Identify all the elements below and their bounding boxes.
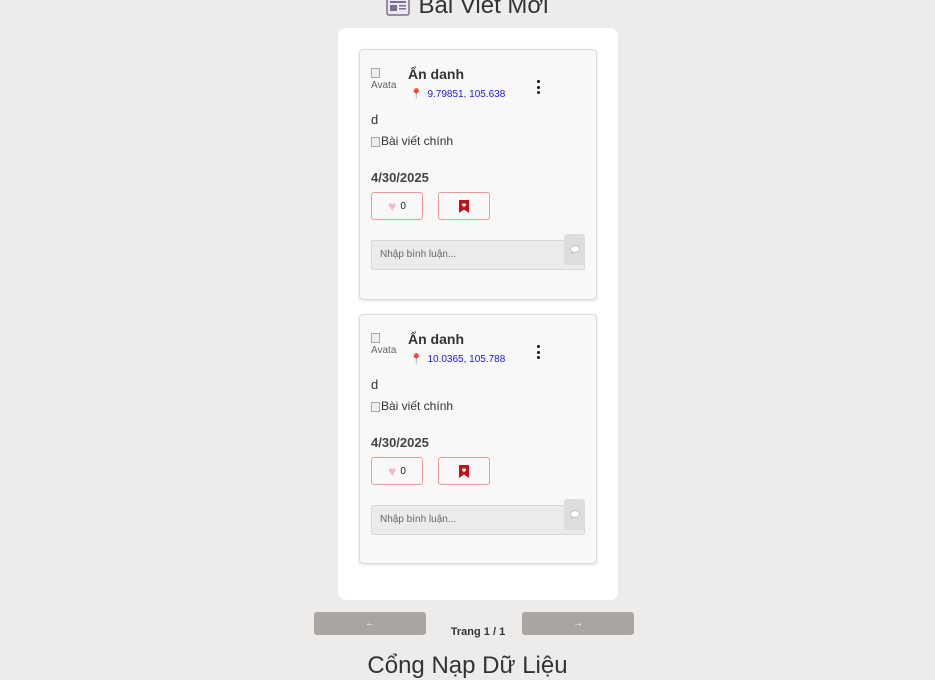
section-header: Bài Viết Mới [0,0,935,20]
avatar-alt-text: Avata [371,345,397,356]
heart-icon: ♥ [388,463,397,479]
posts-panel: Avata Ẩn danh 📍 9.79851, 105.638 d Bài v… [338,28,618,600]
bookmark-icon [459,464,469,478]
post-date: 4/30/2025 [371,170,429,185]
post-location[interactable]: 📍 10.0365, 105.788 [410,354,505,365]
heart-icon: ♥ [388,198,397,214]
more-vertical-icon [536,345,540,348]
more-vertical-icon [536,80,540,83]
send-comment-button[interactable] [564,234,585,265]
send-comment-button[interactable] [564,499,585,530]
avatar: Avata [371,333,399,361]
page-indicator: Trang 1 / 1 [450,626,506,638]
avatar: Avata [371,68,399,96]
image-alt-text: Bài viết chính [381,134,454,148]
save-button[interactable] [438,192,490,220]
image-alt-text: Bài viết chính [381,399,454,413]
more-options-button[interactable] [532,345,544,359]
location-pin-icon: 📍 [410,354,423,365]
bookmark-icon [459,199,469,213]
comment-input[interactable] [380,514,560,525]
broken-image-icon [371,68,380,79]
location-pin-icon: 📍 [410,89,423,100]
comment-box [371,234,585,270]
avatar-alt-text: Avata [371,80,397,91]
like-button[interactable]: ♥ 0 [371,192,423,220]
chat-bubble-icon [569,510,580,519]
broken-image-icon [371,401,380,412]
post-content: d [371,112,379,127]
post-content: d [371,377,379,392]
post-author: Ẩn danh [408,66,464,82]
next-page-button[interactable]: → [522,612,634,635]
prev-page-button[interactable]: ← [314,612,426,635]
section-title: Bài Viết Mới [418,0,549,19]
like-button[interactable]: ♥ 0 [371,457,423,485]
broken-image-icon [371,333,380,344]
post-date: 4/30/2025 [371,435,429,450]
post-location[interactable]: 📍 9.79851, 105.638 [410,89,505,100]
location-coordinates[interactable]: 10.0365, 105.788 [427,354,505,365]
like-count: 0 [400,465,406,477]
next-section-title: Cổng Nạp Dữ Liệu [367,652,568,679]
comment-input[interactable] [380,249,560,260]
save-button[interactable] [438,457,490,485]
newspaper-icon [386,0,411,16]
more-options-button[interactable] [532,80,544,94]
location-coordinates[interactable]: 9.79851, 105.638 [427,89,505,100]
chat-bubble-icon [569,245,580,254]
post-author: Ẩn danh [408,331,464,347]
post-image: Bài viết chính [371,399,453,413]
post-card: Avata Ẩn danh 📍 9.79851, 105.638 d Bài v… [359,49,597,300]
post-card: Avata Ẩn danh 📍 10.0365, 105.788 d Bài v… [359,314,597,564]
like-count: 0 [400,200,406,212]
comment-box [371,499,585,535]
post-image: Bài viết chính [371,134,453,148]
broken-image-icon [371,136,380,147]
